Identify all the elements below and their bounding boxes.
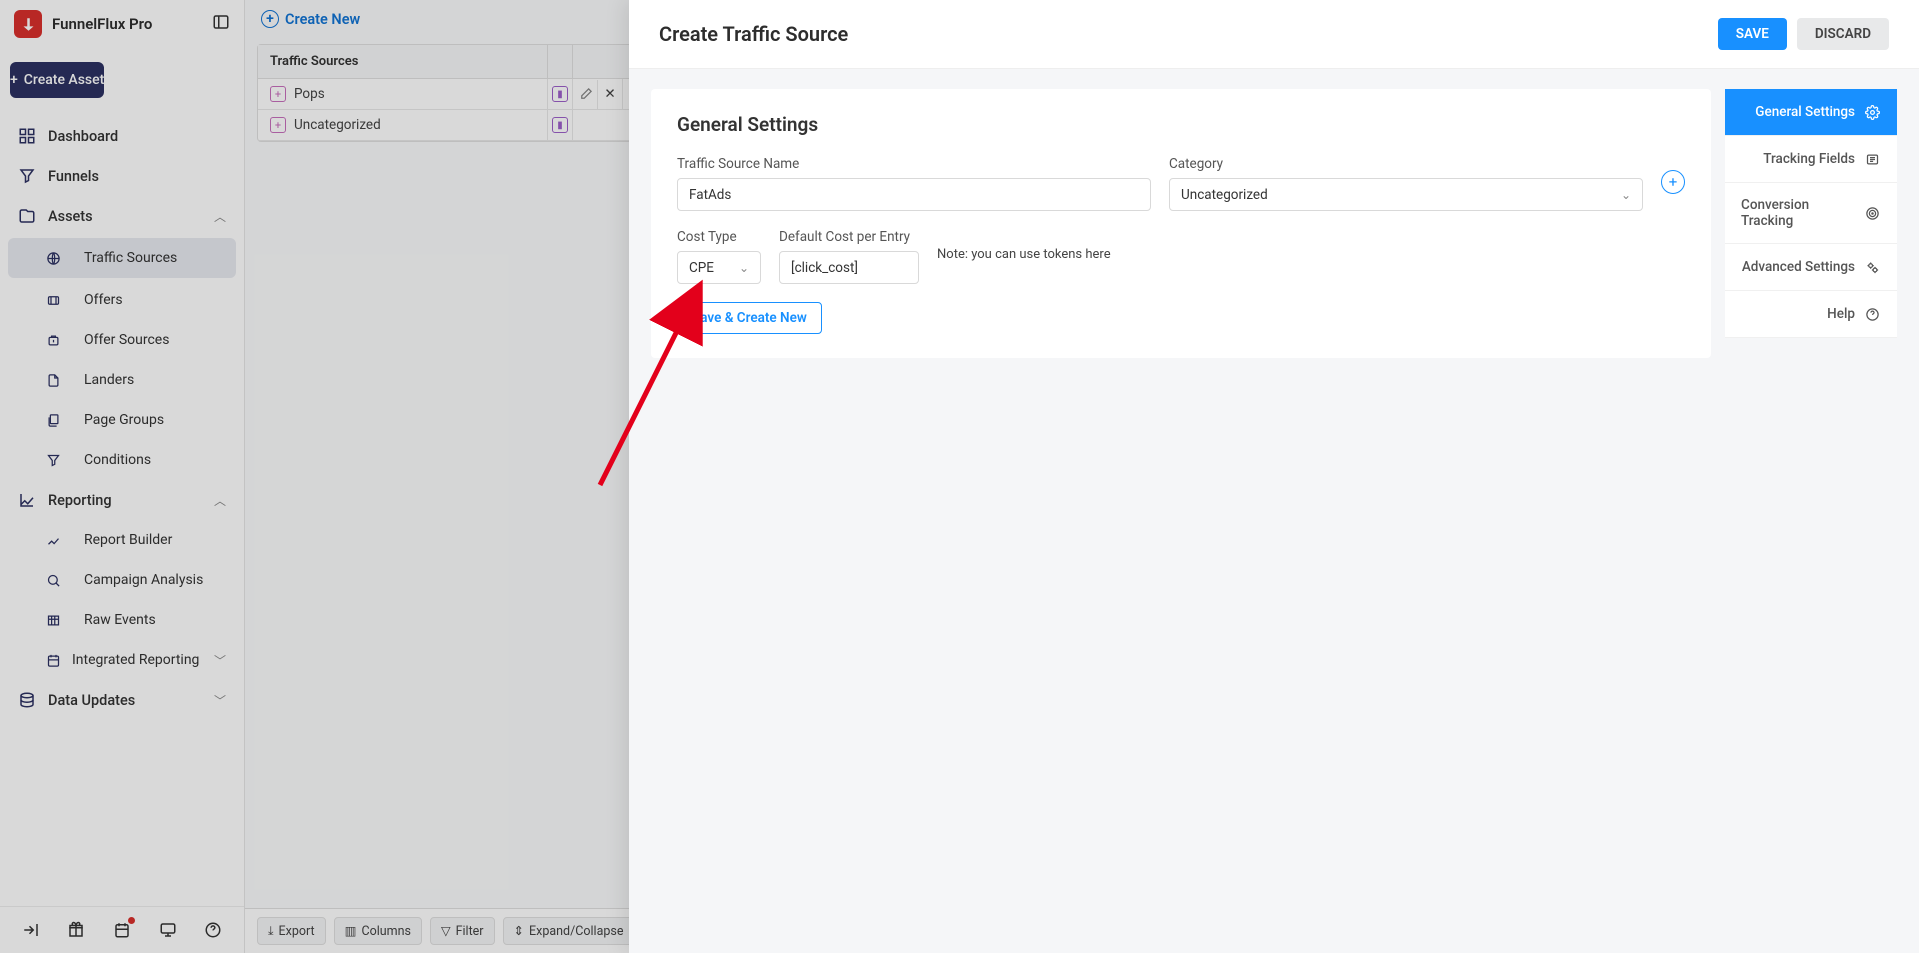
tab-tracking-fields[interactable]: Tracking Fields [1725, 136, 1897, 183]
drawer-header: Create Traffic Source SAVE DISCARD [629, 0, 1919, 69]
tab-help[interactable]: Help [1725, 291, 1897, 338]
traffic-source-name-input[interactable] [677, 178, 1151, 211]
category-label: Category [1169, 156, 1643, 172]
drawer-tabs: General Settings Tracking Fields Convers… [1725, 89, 1897, 358]
cost-per-entry-input[interactable] [779, 251, 919, 284]
cost-type-select[interactable]: CPE ⌄ [677, 251, 761, 284]
category-value: Uncategorized [1181, 187, 1268, 203]
save-button[interactable]: SAVE [1718, 18, 1787, 50]
gears-icon [1863, 258, 1881, 276]
discard-button[interactable]: DISCARD [1797, 18, 1889, 50]
tab-label: Advanced Settings [1742, 259, 1855, 275]
tab-general-settings[interactable]: General Settings [1725, 89, 1897, 136]
cost-type-value: CPE [689, 260, 714, 276]
create-traffic-source-drawer: Create Traffic Source SAVE DISCARD Gener… [629, 0, 1919, 953]
tab-advanced-settings[interactable]: Advanced Settings [1725, 244, 1897, 291]
cost-type-label: Cost Type [677, 229, 761, 245]
tab-label: Conversion Tracking [1741, 197, 1856, 229]
cost-per-entry-label: Default Cost per Entry [779, 229, 919, 245]
chevron-down-icon: ⌄ [1621, 188, 1631, 202]
chevron-down-icon: ⌄ [739, 261, 749, 275]
drawer-body: General Settings Traffic Source Name Cat… [629, 69, 1919, 378]
help-icon [1863, 305, 1881, 323]
tokens-note: Note: you can use tokens here [937, 247, 1111, 267]
general-settings-panel: General Settings Traffic Source Name Cat… [651, 89, 1711, 358]
tab-conversion-tracking[interactable]: Conversion Tracking [1725, 183, 1897, 244]
gear-icon [1863, 103, 1881, 121]
add-category-button[interactable]: + [1661, 170, 1685, 194]
name-label: Traffic Source Name [677, 156, 1151, 172]
tab-label: General Settings [1755, 104, 1855, 120]
tab-label: Tracking Fields [1763, 151, 1855, 167]
target-icon [1864, 204, 1881, 222]
panel-title: General Settings [677, 113, 1685, 136]
save-create-new-button[interactable]: Save & Create New [677, 302, 822, 334]
drawer-title: Create Traffic Source [659, 22, 848, 46]
category-select[interactable]: Uncategorized ⌄ [1169, 178, 1643, 211]
tab-label: Help [1827, 306, 1855, 322]
list-icon [1863, 150, 1881, 168]
